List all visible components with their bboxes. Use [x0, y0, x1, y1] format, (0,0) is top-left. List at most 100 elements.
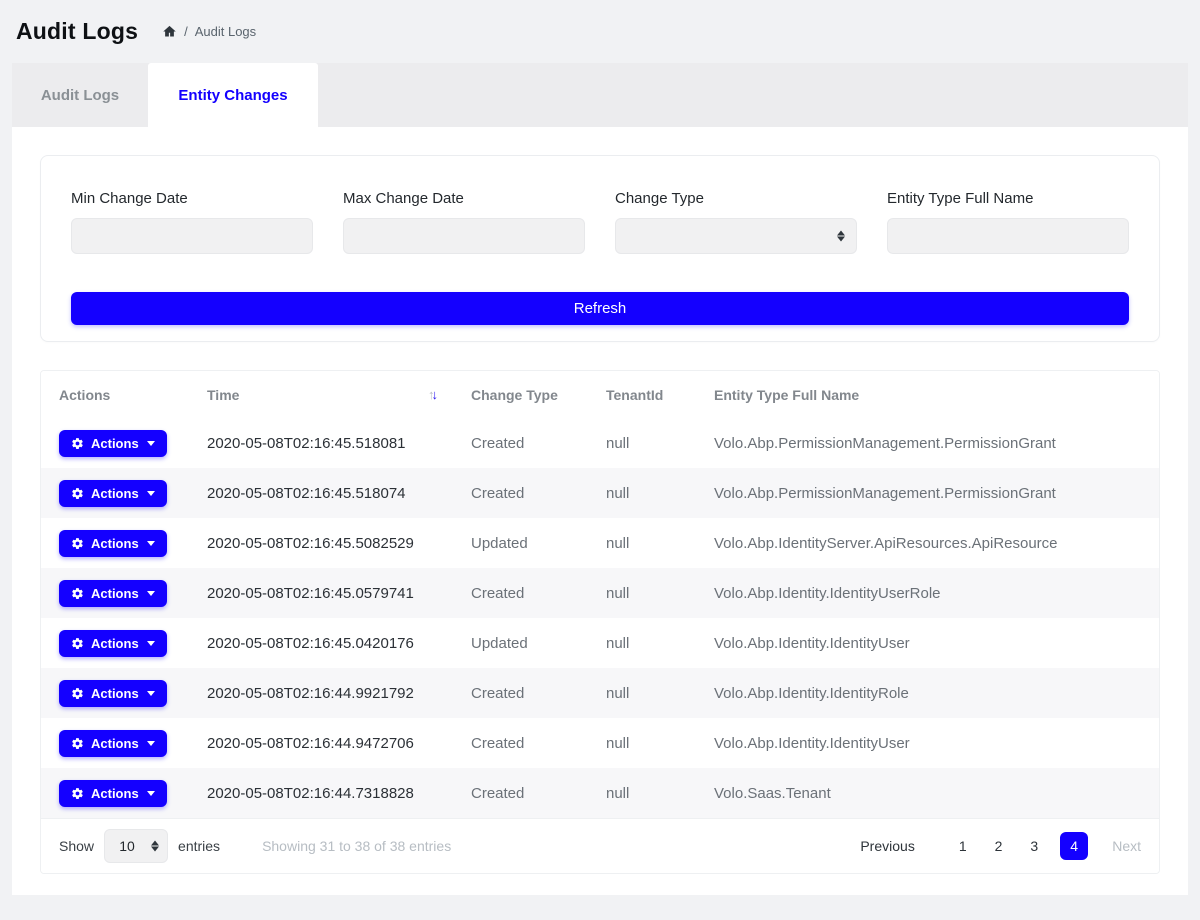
pagination: Previous 1 2 3 4 Next — [860, 832, 1141, 860]
filter-entity-type: Entity Type Full Name — [887, 188, 1129, 254]
gear-icon — [71, 737, 84, 750]
page-header: Audit Logs / Audit Logs — [0, 0, 1200, 63]
row-entity-type-cell: Volo.Abp.Identity.IdentityUser — [696, 718, 1159, 768]
row-actions-button[interactable]: Actions — [59, 530, 167, 557]
row-change-type-cell: Created — [453, 568, 588, 618]
row-actions-label: Actions — [91, 586, 139, 601]
row-tenant-id-cell: null — [588, 768, 696, 818]
row-time-cell: 2020-05-08T02:16:45.518074 — [189, 468, 453, 518]
row-tenant-id-cell: null — [588, 718, 696, 768]
row-actions-cell: Actions — [41, 568, 189, 618]
table-row: Actions 2020-05-08T02:16:44.9921792 Crea… — [41, 668, 1159, 718]
row-actions-label: Actions — [91, 536, 139, 551]
pagination-previous[interactable]: Previous — [860, 838, 914, 854]
pagination-page-3[interactable]: 3 — [1030, 838, 1038, 854]
gear-icon — [71, 637, 84, 650]
row-change-type-cell: Updated — [453, 518, 588, 568]
row-time-cell: 2020-05-08T02:16:45.5082529 — [189, 518, 453, 568]
tab-audit-logs[interactable]: Audit Logs — [12, 63, 148, 127]
row-actions-button[interactable]: Actions — [59, 730, 167, 757]
show-label: Show — [59, 838, 94, 854]
max-change-date-label: Max Change Date — [343, 188, 585, 210]
row-actions-label: Actions — [91, 636, 139, 651]
row-actions-cell: Actions — [41, 668, 189, 718]
breadcrumb-separator: / — [184, 24, 188, 39]
row-tenant-id-cell: null — [588, 418, 696, 468]
filter-min-change-date: Min Change Date — [71, 188, 313, 254]
row-tenant-id-cell: null — [588, 618, 696, 668]
row-actions-cell: Actions — [41, 618, 189, 668]
page-title: Audit Logs — [16, 18, 138, 45]
row-actions-button[interactable]: Actions — [59, 680, 167, 707]
table-row: Actions 2020-05-08T02:16:45.518074 Creat… — [41, 468, 1159, 518]
min-change-date-input[interactable] — [71, 218, 313, 254]
pagination-page-1[interactable]: 1 — [959, 838, 967, 854]
min-change-date-label: Min Change Date — [71, 188, 313, 210]
row-actions-button[interactable]: Actions — [59, 580, 167, 607]
pagination-page-2[interactable]: 2 — [995, 838, 1003, 854]
row-actions-cell: Actions — [41, 418, 189, 468]
caret-down-icon — [147, 441, 155, 446]
row-tenant-id-cell: null — [588, 518, 696, 568]
row-time-cell: 2020-05-08T02:16:44.9921792 — [189, 668, 453, 718]
row-tenant-id-cell: null — [588, 568, 696, 618]
breadcrumb-current: Audit Logs — [195, 24, 256, 39]
gear-icon — [71, 587, 84, 600]
breadcrumb: / Audit Logs — [162, 24, 256, 39]
row-actions-cell: Actions — [41, 468, 189, 518]
refresh-button[interactable]: Refresh — [71, 292, 1129, 325]
row-actions-label: Actions — [91, 786, 139, 801]
row-actions-button[interactable]: Actions — [59, 430, 167, 457]
showing-entries-text: Showing 31 to 38 of 38 entries — [262, 838, 451, 854]
row-actions-label: Actions — [91, 736, 139, 751]
caret-down-icon — [147, 591, 155, 596]
row-actions-button[interactable]: Actions — [59, 630, 167, 657]
column-header-time[interactable]: Time ↑↓ — [189, 371, 453, 418]
row-time-cell: 2020-05-08T02:16:45.0420176 — [189, 618, 453, 668]
pagination-next[interactable]: Next — [1112, 838, 1141, 854]
change-type-select[interactable] — [615, 218, 857, 254]
entity-type-input[interactable] — [887, 218, 1129, 254]
caret-down-icon — [147, 541, 155, 546]
table-row: Actions 2020-05-08T02:16:45.518081 Creat… — [41, 418, 1159, 468]
caret-down-icon — [147, 691, 155, 696]
table-row: Actions 2020-05-08T02:16:45.0579741 Crea… — [41, 568, 1159, 618]
caret-down-icon — [147, 741, 155, 746]
sort-down-icon: ↓ — [432, 387, 436, 402]
tab-entity-changes[interactable]: Entity Changes — [148, 63, 318, 127]
column-header-tenant-id: TenantId — [588, 371, 696, 418]
page-size-select[interactable] — [104, 829, 168, 863]
filter-change-type: Change Type — [615, 188, 857, 254]
row-time-cell: 2020-05-08T02:16:44.7318828 — [189, 768, 453, 818]
sort-icon[interactable]: ↑↓ — [428, 387, 435, 402]
row-actions-label: Actions — [91, 486, 139, 501]
entity-type-label: Entity Type Full Name — [887, 188, 1129, 210]
home-icon[interactable] — [162, 24, 177, 39]
row-actions-cell: Actions — [41, 718, 189, 768]
row-time-cell: 2020-05-08T02:16:44.9472706 — [189, 718, 453, 768]
change-type-label: Change Type — [615, 188, 857, 210]
entries-label: entries — [178, 838, 220, 854]
table-row: Actions 2020-05-08T02:16:45.0420176 Upda… — [41, 618, 1159, 668]
row-change-type-cell: Created — [453, 718, 588, 768]
column-header-actions: Actions — [41, 371, 189, 418]
row-actions-button[interactable]: Actions — [59, 780, 167, 807]
row-actions-cell: Actions — [41, 768, 189, 818]
gear-icon — [71, 487, 84, 500]
table-header-row: Actions Time ↑↓ Change Type TenantId Ent… — [41, 371, 1159, 418]
column-header-time-label: Time — [207, 387, 239, 403]
column-header-entity-type: Entity Type Full Name — [696, 371, 1159, 418]
row-tenant-id-cell: null — [588, 668, 696, 718]
row-actions-label: Actions — [91, 436, 139, 451]
column-header-change-type: Change Type — [453, 371, 588, 418]
filter-max-change-date: Max Change Date — [343, 188, 585, 254]
row-change-type-cell: Created — [453, 418, 588, 468]
row-actions-cell: Actions — [41, 518, 189, 568]
max-change-date-input[interactable] — [343, 218, 585, 254]
caret-down-icon — [147, 641, 155, 646]
caret-down-icon — [147, 791, 155, 796]
pagination-page-4-active[interactable]: 4 — [1060, 832, 1088, 860]
table-footer: Show entries Showing 31 to 38 of 38 entr… — [41, 818, 1159, 873]
caret-down-icon — [147, 491, 155, 496]
row-actions-button[interactable]: Actions — [59, 480, 167, 507]
